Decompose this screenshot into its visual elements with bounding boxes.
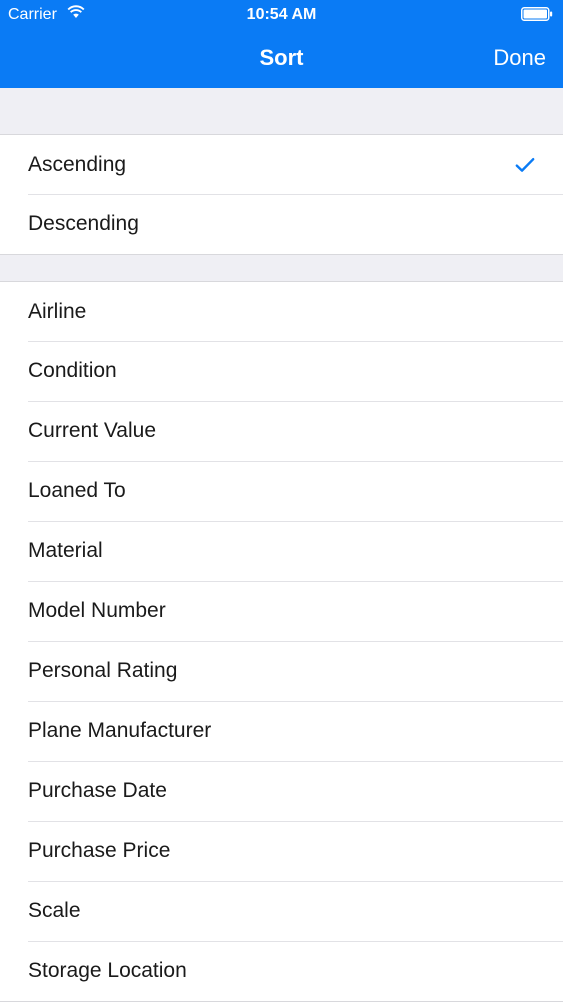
sort-field-label: Condition bbox=[28, 359, 117, 382]
sort-field-label: Personal Rating bbox=[28, 659, 178, 682]
sort-field-personal-rating[interactable]: Personal Rating bbox=[0, 641, 563, 701]
sort-field-section: Airline Condition Current Value Loaned T… bbox=[0, 281, 563, 1002]
sort-option-label: Descending bbox=[28, 212, 139, 235]
sort-field-current-value[interactable]: Current Value bbox=[0, 401, 563, 461]
sort-field-material[interactable]: Material bbox=[0, 521, 563, 581]
checkmark-icon bbox=[515, 158, 535, 172]
sort-field-label: Current Value bbox=[28, 419, 157, 442]
status-bar: Carrier 10:54 AM bbox=[0, 0, 563, 30]
navigation-bar: Sort Done bbox=[0, 30, 563, 88]
sort-option-ascending[interactable]: Ascending bbox=[0, 135, 563, 194]
sort-field-label: Material bbox=[28, 539, 103, 562]
sort-field-label: Purchase Date bbox=[28, 779, 167, 802]
sort-field-label: Loaned To bbox=[28, 479, 126, 502]
sort-field-purchase-price[interactable]: Purchase Price bbox=[0, 821, 563, 881]
sort-option-descending[interactable]: Descending bbox=[0, 194, 563, 254]
sort-field-label: Plane Manufacturer bbox=[28, 719, 212, 742]
sort-order-section: Ascending Descending bbox=[0, 134, 563, 255]
sort-option-label: Ascending bbox=[28, 153, 127, 176]
sort-field-scale[interactable]: Scale bbox=[0, 881, 563, 941]
sort-field-label: Airline bbox=[28, 300, 87, 323]
sort-field-label: Scale bbox=[28, 899, 81, 922]
sort-field-loaned-to[interactable]: Loaned To bbox=[0, 461, 563, 521]
status-time: 10:54 AM bbox=[246, 6, 317, 23]
sort-field-plane-manufacturer[interactable]: Plane Manufacturer bbox=[0, 701, 563, 761]
sort-field-label: Storage Location bbox=[28, 959, 187, 982]
sort-field-condition[interactable]: Condition bbox=[0, 341, 563, 401]
done-button[interactable]: Done bbox=[493, 45, 546, 71]
sort-field-label: Purchase Price bbox=[28, 839, 171, 862]
sort-field-label: Model Number bbox=[28, 599, 166, 622]
sort-field-model-number[interactable]: Model Number bbox=[0, 581, 563, 641]
sort-field-storage-location[interactable]: Storage Location bbox=[0, 941, 563, 1001]
sort-field-purchase-date[interactable]: Purchase Date bbox=[0, 761, 563, 821]
battery-icon bbox=[521, 7, 553, 21]
page-title: Sort bbox=[259, 45, 304, 70]
header: Carrier 10:54 AM Sort Done bbox=[0, 0, 563, 88]
sort-field-airline[interactable]: Airline bbox=[0, 282, 563, 341]
